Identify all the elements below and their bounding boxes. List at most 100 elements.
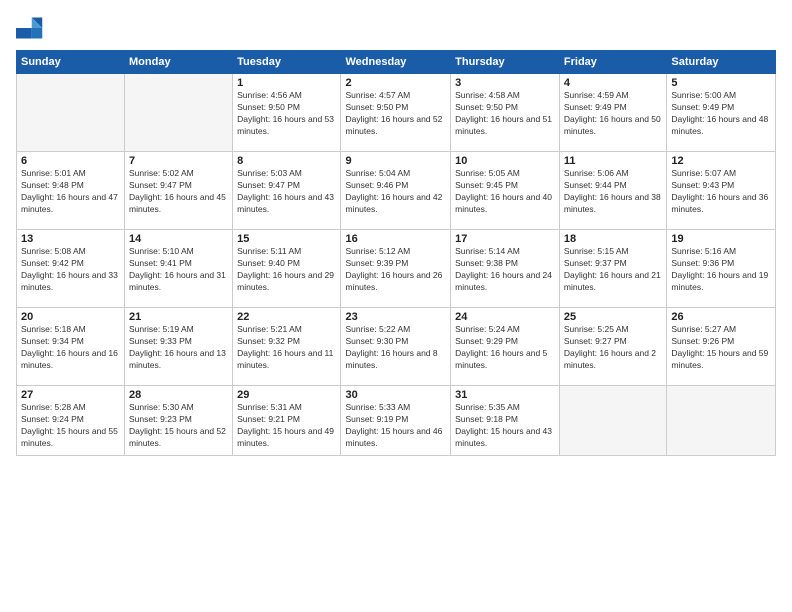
day-number: 5	[671, 77, 771, 89]
day-number: 2	[345, 77, 446, 89]
day-number: 6	[21, 155, 120, 167]
day-number: 28	[129, 389, 228, 401]
day-info: Daylight: 16 hours and 36 minutes.	[671, 192, 771, 216]
day-info: Sunrise: 5:16 AM	[671, 246, 771, 258]
calendar-cell: 1Sunrise: 4:56 AMSunset: 9:50 PMDaylight…	[233, 74, 341, 152]
day-info: Sunrise: 5:05 AM	[455, 168, 555, 180]
day-info: Daylight: 16 hours and 2 minutes.	[564, 348, 662, 372]
col-monday: Monday	[125, 51, 233, 74]
day-info: Sunrise: 5:33 AM	[345, 402, 446, 414]
calendar-cell: 4Sunrise: 4:59 AMSunset: 9:49 PMDaylight…	[559, 74, 666, 152]
col-sunday: Sunday	[17, 51, 125, 74]
day-info: Daylight: 16 hours and 50 minutes.	[564, 114, 662, 138]
day-info: Daylight: 16 hours and 53 minutes.	[237, 114, 336, 138]
day-number: 22	[237, 311, 336, 323]
header	[16, 14, 776, 42]
day-number: 15	[237, 233, 336, 245]
day-number: 19	[671, 233, 771, 245]
day-info: Sunrise: 5:03 AM	[237, 168, 336, 180]
day-info: Sunset: 9:50 PM	[237, 102, 336, 114]
day-info: Daylight: 16 hours and 11 minutes.	[237, 348, 336, 372]
day-info: Sunset: 9:23 PM	[129, 414, 228, 426]
day-info: Sunrise: 5:12 AM	[345, 246, 446, 258]
day-info: Sunrise: 5:04 AM	[345, 168, 446, 180]
calendar-cell: 10Sunrise: 5:05 AMSunset: 9:45 PMDayligh…	[451, 152, 560, 230]
day-info: Sunrise: 4:57 AM	[345, 90, 446, 102]
day-number: 12	[671, 155, 771, 167]
calendar-cell: 21Sunrise: 5:19 AMSunset: 9:33 PMDayligh…	[125, 308, 233, 386]
day-number: 23	[345, 311, 446, 323]
day-info: Sunset: 9:37 PM	[564, 258, 662, 270]
day-info: Sunset: 9:47 PM	[129, 180, 228, 192]
day-number: 26	[671, 311, 771, 323]
day-number: 20	[21, 311, 120, 323]
col-thursday: Thursday	[451, 51, 560, 74]
calendar-cell: 24Sunrise: 5:24 AMSunset: 9:29 PMDayligh…	[451, 308, 560, 386]
day-number: 1	[237, 77, 336, 89]
day-info: Sunset: 9:21 PM	[237, 414, 336, 426]
calendar-cell: 30Sunrise: 5:33 AMSunset: 9:19 PMDayligh…	[341, 386, 451, 456]
day-number: 16	[345, 233, 446, 245]
day-info: Sunset: 9:41 PM	[129, 258, 228, 270]
day-info: Sunset: 9:29 PM	[455, 336, 555, 348]
page: Sunday Monday Tuesday Wednesday Thursday…	[0, 0, 792, 612]
day-info: Daylight: 16 hours and 26 minutes.	[345, 270, 446, 294]
day-number: 14	[129, 233, 228, 245]
calendar-cell: 18Sunrise: 5:15 AMSunset: 9:37 PMDayligh…	[559, 230, 666, 308]
day-info: Sunset: 9:24 PM	[21, 414, 120, 426]
day-info: Sunset: 9:38 PM	[455, 258, 555, 270]
day-info: Daylight: 16 hours and 21 minutes.	[564, 270, 662, 294]
day-info: Sunrise: 5:11 AM	[237, 246, 336, 258]
calendar-cell: 13Sunrise: 5:08 AMSunset: 9:42 PMDayligh…	[17, 230, 125, 308]
day-info: Sunset: 9:45 PM	[455, 180, 555, 192]
day-info: Sunset: 9:27 PM	[564, 336, 662, 348]
day-info: Sunrise: 5:07 AM	[671, 168, 771, 180]
day-info: Daylight: 15 hours and 43 minutes.	[455, 426, 555, 450]
calendar-cell	[667, 386, 776, 456]
calendar-cell	[559, 386, 666, 456]
day-info: Daylight: 15 hours and 49 minutes.	[237, 426, 336, 450]
day-info: Sunset: 9:48 PM	[21, 180, 120, 192]
day-info: Sunrise: 5:10 AM	[129, 246, 228, 258]
day-info: Sunset: 9:42 PM	[21, 258, 120, 270]
day-info: Sunset: 9:39 PM	[345, 258, 446, 270]
day-info: Daylight: 16 hours and 43 minutes.	[237, 192, 336, 216]
day-number: 25	[564, 311, 662, 323]
day-info: Daylight: 15 hours and 55 minutes.	[21, 426, 120, 450]
col-friday: Friday	[559, 51, 666, 74]
day-info: Sunrise: 5:35 AM	[455, 402, 555, 414]
day-info: Sunrise: 4:56 AM	[237, 90, 336, 102]
day-info: Sunrise: 5:19 AM	[129, 324, 228, 336]
col-saturday: Saturday	[667, 51, 776, 74]
day-info: Sunset: 9:30 PM	[345, 336, 446, 348]
day-info: Sunrise: 5:27 AM	[671, 324, 771, 336]
day-info: Sunset: 9:49 PM	[564, 102, 662, 114]
day-info: Sunset: 9:33 PM	[129, 336, 228, 348]
calendar-cell: 7Sunrise: 5:02 AMSunset: 9:47 PMDaylight…	[125, 152, 233, 230]
day-info: Daylight: 16 hours and 13 minutes.	[129, 348, 228, 372]
day-info: Sunset: 9:46 PM	[345, 180, 446, 192]
day-info: Sunset: 9:43 PM	[671, 180, 771, 192]
calendar-cell: 16Sunrise: 5:12 AMSunset: 9:39 PMDayligh…	[341, 230, 451, 308]
day-info: Daylight: 16 hours and 8 minutes.	[345, 348, 446, 372]
day-number: 8	[237, 155, 336, 167]
calendar-cell: 8Sunrise: 5:03 AMSunset: 9:47 PMDaylight…	[233, 152, 341, 230]
day-number: 13	[21, 233, 120, 245]
day-info: Sunrise: 5:31 AM	[237, 402, 336, 414]
calendar-cell: 14Sunrise: 5:10 AMSunset: 9:41 PMDayligh…	[125, 230, 233, 308]
day-info: Sunrise: 4:58 AM	[455, 90, 555, 102]
day-info: Daylight: 16 hours and 52 minutes.	[345, 114, 446, 138]
day-info: Sunset: 9:19 PM	[345, 414, 446, 426]
calendar-cell: 29Sunrise: 5:31 AMSunset: 9:21 PMDayligh…	[233, 386, 341, 456]
day-info: Daylight: 16 hours and 16 minutes.	[21, 348, 120, 372]
day-info: Daylight: 16 hours and 5 minutes.	[455, 348, 555, 372]
calendar-cell: 27Sunrise: 5:28 AMSunset: 9:24 PMDayligh…	[17, 386, 125, 456]
calendar-cell: 9Sunrise: 5:04 AMSunset: 9:46 PMDaylight…	[341, 152, 451, 230]
col-tuesday: Tuesday	[233, 51, 341, 74]
day-number: 27	[21, 389, 120, 401]
day-info: Sunrise: 5:28 AM	[21, 402, 120, 414]
calendar-cell: 22Sunrise: 5:21 AMSunset: 9:32 PMDayligh…	[233, 308, 341, 386]
calendar-cell: 15Sunrise: 5:11 AMSunset: 9:40 PMDayligh…	[233, 230, 341, 308]
calendar-cell: 12Sunrise: 5:07 AMSunset: 9:43 PMDayligh…	[667, 152, 776, 230]
day-info: Sunset: 9:50 PM	[455, 102, 555, 114]
